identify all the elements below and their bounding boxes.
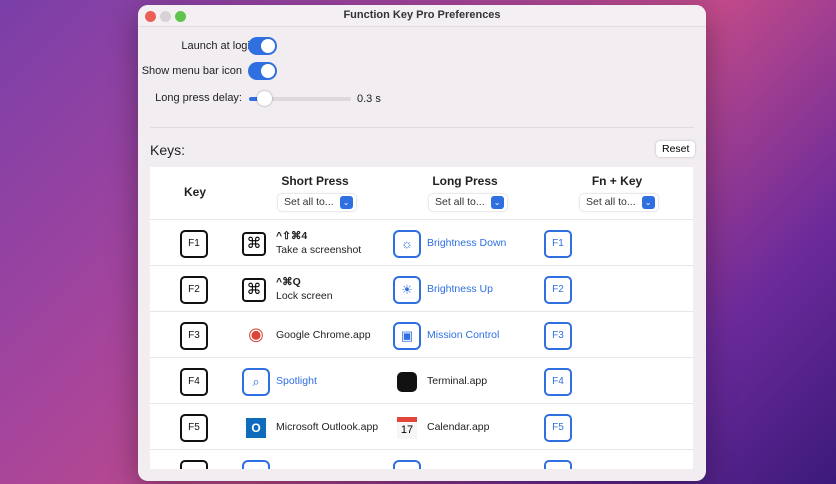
launch-at-login-toggle[interactable] <box>248 37 277 55</box>
long-press-action[interactable]: Mission Control <box>427 329 499 341</box>
column-header-short-press: Short Press <box>281 174 349 188</box>
long-press-set-all-select[interactable]: Set all to... ⌄ <box>429 194 507 211</box>
short-press-shortcut: ^⇧⌘4 <box>276 230 308 242</box>
short-press-action[interactable]: Lock screen <box>276 290 333 302</box>
divider <box>150 127 694 128</box>
key-cap: F5 <box>180 414 208 442</box>
key-cap: F1 <box>180 230 208 258</box>
select-label: Set all to... <box>435 196 485 208</box>
preferences-window: Function Key Pro Preferences Launch at l… <box>138 5 706 481</box>
launch-at-login-label: Launch at login <box>181 40 256 52</box>
window-title: Function Key Pro Preferences <box>343 9 501 21</box>
short-press-action[interactable]: Spotlight <box>276 375 317 387</box>
title-bar: Function Key Pro Preferences <box>138 5 706 27</box>
keys-title: Keys: <box>150 142 186 158</box>
mission-control-icon[interactable]: ▣ <box>393 322 421 350</box>
reset-button[interactable]: Reset <box>656 141 696 157</box>
brightness-down-icon[interactable]: ☼ <box>393 230 421 258</box>
long-press-action[interactable]: Calendar.app <box>427 421 489 433</box>
short-press-shortcut: ^⌘Q <box>276 276 301 288</box>
terminal-icon[interactable]: ▪ <box>397 372 417 392</box>
fn-key-set-all-select[interactable]: Set all to... ⌄ <box>580 194 658 211</box>
table-row: F5 O Microsoft Outlook.app 17 Calendar.app F5 <box>150 403 693 449</box>
fn-key-cap[interactable]: F4 <box>544 368 572 396</box>
fn-key-cap[interactable]: F3 <box>544 322 572 350</box>
fn-key-cap[interactable] <box>544 460 572 469</box>
column-header-fn-key: Fn + Key <box>591 174 643 188</box>
spotlight-icon[interactable]: ⌕ <box>242 368 270 396</box>
long-press-delay-label: Long press delay: <box>155 92 242 104</box>
chevron-down-icon: ⌄ <box>490 196 504 209</box>
action-icon[interactable] <box>242 460 270 469</box>
select-label: Set all to... <box>284 196 334 208</box>
action-icon[interactable] <box>393 460 421 469</box>
table-row: F2 ⌘ ^⌘Q Lock screen ☀ Brightness Up F2 <box>150 265 693 311</box>
long-press-action[interactable]: Terminal.app <box>427 375 487 387</box>
key-cap: F2 <box>180 276 208 304</box>
chrome-icon[interactable]: ◉ <box>242 322 270 350</box>
short-press-set-all-select[interactable]: Set all to... ⌄ <box>278 194 356 211</box>
slider-knob[interactable] <box>257 91 273 106</box>
minimize-button[interactable] <box>160 11 171 22</box>
fn-key-cap[interactable]: F2 <box>544 276 572 304</box>
long-press-action[interactable]: Brightness Up <box>427 283 493 295</box>
outlook-icon[interactable]: O <box>246 418 266 438</box>
show-menu-bar-icon-toggle[interactable] <box>248 62 277 80</box>
short-press-action[interactable]: Microsoft Outlook.app <box>276 421 378 433</box>
brightness-up-icon[interactable]: ☀ <box>393 276 421 304</box>
column-header-key: Key <box>183 185 206 199</box>
show-menu-bar-icon-label: Show menu bar icon <box>141 65 242 77</box>
short-press-action[interactable]: Take a screenshot <box>276 244 361 256</box>
key-cap <box>180 460 208 469</box>
chevron-down-icon: ⌄ <box>339 196 353 209</box>
table-row: F4 ⌕ Spotlight ▪ Terminal.app F4 <box>150 357 693 403</box>
fn-key-cap[interactable]: F5 <box>544 414 572 442</box>
chevron-down-icon: ⌄ <box>641 196 655 209</box>
close-button[interactable] <box>145 11 156 22</box>
table-row <box>150 449 693 469</box>
calendar-icon[interactable]: 17 <box>397 417 417 439</box>
key-cap: F4 <box>180 368 208 396</box>
column-header-long-press: Long Press <box>432 174 498 188</box>
key-cap: F3 <box>180 322 208 350</box>
command-icon[interactable]: ⌘ <box>242 278 266 302</box>
command-icon[interactable]: ⌘ <box>242 232 266 256</box>
zoom-button[interactable] <box>175 11 186 22</box>
select-label: Set all to... <box>586 196 636 208</box>
short-press-action[interactable]: Google Chrome.app <box>276 329 371 341</box>
long-press-delay-value: 0.3 s <box>357 93 381 105</box>
long-press-action[interactable]: Brightness Down <box>427 237 506 249</box>
table-row: F1 ⌘ ^⇧⌘4 Take a screenshot ☼ Brightness Down… <box>150 219 693 265</box>
long-press-delay-slider[interactable] <box>249 91 351 106</box>
fn-key-cap[interactable]: F1 <box>544 230 572 258</box>
table-row: F3 ◉ Google Chrome.app ▣ Mission Control F3 <box>150 311 693 357</box>
keys-table: Key Short Press Long Press Fn + Key Set … <box>150 167 693 469</box>
